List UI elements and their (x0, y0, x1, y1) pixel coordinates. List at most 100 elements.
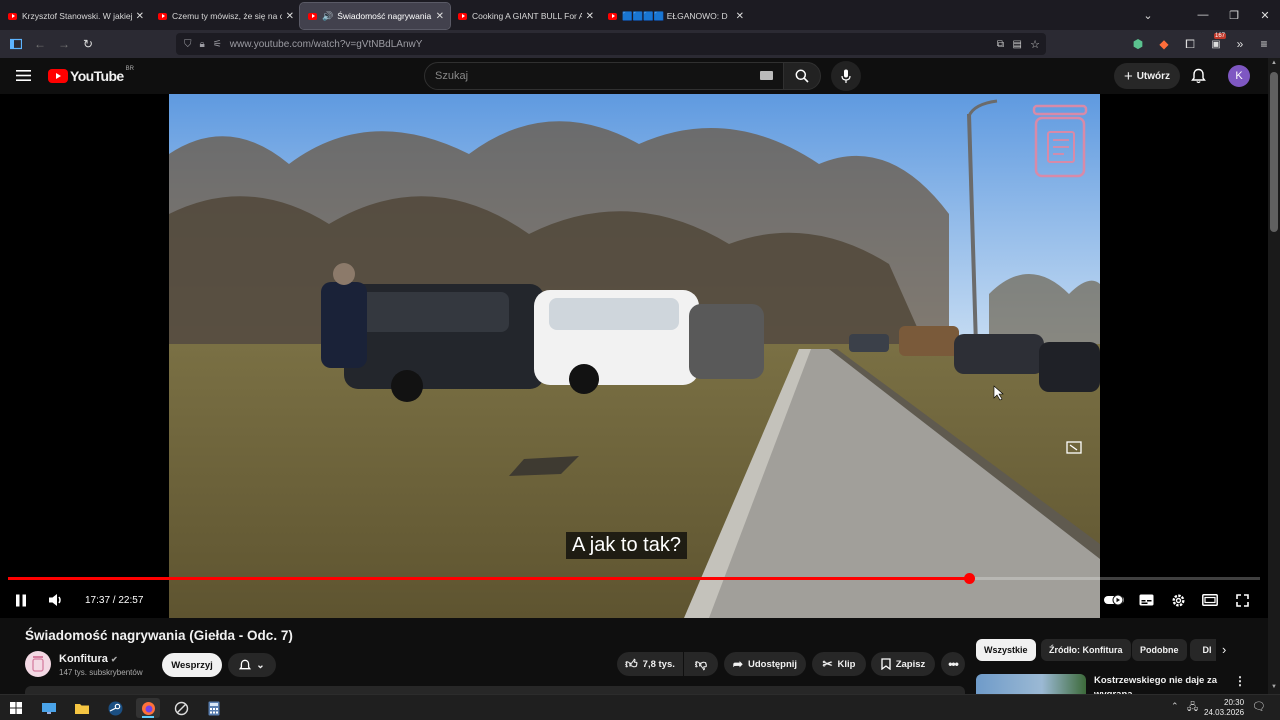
scroll-up-arrow-icon[interactable]: ▲ (1271, 60, 1277, 66)
forward-icon[interactable]: → (52, 32, 76, 56)
browser-tab[interactable]: Cooking A GIANT BULL For A G ✕ (450, 3, 600, 29)
recommendation-menu-icon[interactable]: ⋮ (1234, 674, 1246, 688)
picture-in-picture-icon[interactable]: ⧉ (997, 39, 1004, 50)
reload-icon[interactable]: ↻ (76, 32, 100, 56)
url-text[interactable]: www.youtube.com/watch?v=gVtNBdLAnwY (230, 39, 423, 50)
hamburger-menu-icon[interactable] (16, 69, 31, 87)
overflow-chevrons-icon[interactable]: » (1228, 32, 1252, 56)
tab-title: 🟦🟦🟦🟦 EŁGANOWO: D (622, 10, 728, 21)
channel-avatar[interactable] (25, 651, 51, 677)
progress-bar[interactable] (8, 573, 1260, 584)
calculator-icon[interactable] (202, 698, 226, 718)
tab-title: Czemu ty mówisz, że się na cie (172, 11, 282, 21)
reader-view-icon[interactable]: ▤ (1013, 39, 1022, 50)
fullscreen-button[interactable] (1233, 587, 1251, 613)
like-button[interactable]: 👍︎ 7,8 tys. (617, 652, 683, 676)
settings-button[interactable] (1169, 587, 1187, 613)
chip-label: Wszystkie (984, 645, 1028, 655)
chip-more[interactable]: Dl (1190, 639, 1216, 661)
back-icon[interactable]: ← (28, 32, 52, 56)
video-title: Świadomość nagrywania (Giełda - Odc. 7) (25, 628, 293, 643)
browser-menu-icon[interactable]: ≡ (1252, 32, 1276, 56)
browser-tab[interactable]: 🟦🟦🟦🟦 EŁGANOWO: D ✕ (600, 3, 750, 29)
video-player[interactable]: A jak to tak? 17:37 / 22:57 (0, 94, 1268, 618)
description-box[interactable] (25, 686, 965, 694)
url-bar[interactable]: ⛉ 🔒︎ ⚟ www.youtube.com/watch?v=gVtNBdLAn… (176, 33, 1046, 55)
search-input[interactable]: Szukaj (424, 62, 784, 90)
browser-tab-active[interactable]: 🔊 Świadomość nagrywania (G ✕ (299, 2, 451, 30)
recommendation-thumbnail[interactable] (976, 674, 1086, 694)
autoplay-toggle[interactable] (1103, 587, 1125, 613)
account-avatar[interactable]: K (1228, 65, 1250, 87)
create-label: Utwórz (1136, 70, 1171, 82)
volume-button[interactable] (46, 587, 66, 613)
channel-name[interactable]: Konfitura ✔ (59, 653, 118, 665)
close-tab-icon[interactable]: ✕ (586, 11, 594, 22)
list-all-tabs-icon[interactable]: ⌄ (1133, 0, 1163, 30)
tray-chevron-up-icon[interactable]: ⌃ (1171, 701, 1179, 712)
chip-source[interactable]: Źródło: Konfitura (1041, 639, 1131, 661)
chips-next-icon[interactable]: › (1222, 642, 1226, 657)
shield-icon[interactable]: ⛉ (184, 39, 192, 50)
close-tab-icon[interactable]: ✕ (286, 11, 294, 22)
support-button[interactable]: Wesprzyj (162, 653, 222, 677)
subscriber-count: 147 tys. subskrybentów (59, 668, 143, 677)
steam-icon[interactable] (103, 698, 127, 718)
pause-button[interactable] (12, 587, 30, 613)
speaker-icon[interactable]: 🔊 (322, 11, 333, 22)
close-tab-icon[interactable]: ✕ (436, 11, 444, 22)
youtube-logo[interactable]: YouTube BR (48, 66, 134, 84)
extension-badge-icon[interactable]: ▣ 167 (1204, 32, 1228, 56)
clip-button[interactable]: ✂ Klip (812, 652, 866, 676)
youtube-favicon-icon (458, 12, 467, 20)
page-scrollbar[interactable]: ▲ ▼ (1268, 58, 1280, 694)
chip-similar[interactable]: Podobne (1132, 639, 1187, 661)
share-button[interactable]: ➦ Udostępnij (724, 652, 806, 676)
notification-center-icon[interactable]: 🗨︎ (1252, 700, 1266, 713)
restore-icon[interactable]: ❐ (1219, 0, 1249, 30)
app-icon[interactable] (169, 698, 193, 718)
scrollbar-thumb[interactable] (1270, 72, 1278, 232)
permissions-icon[interactable]: ⚟ (213, 39, 222, 50)
close-tab-icon[interactable]: ✕ (136, 11, 144, 22)
subtitles-button[interactable] (1137, 587, 1155, 613)
extension-shield-icon[interactable]: ⬢ (1126, 32, 1150, 56)
save-button[interactable]: Zapisz (871, 652, 935, 676)
bookmark-icon (881, 658, 891, 670)
browser-tab[interactable]: Czemu ty mówisz, że się na cie ✕ (150, 3, 300, 29)
fullscreen-icon (1235, 593, 1249, 607)
browser-tab[interactable]: Krzysztof Stanowski. W jakiej sp ✕ (0, 3, 150, 29)
chip-all[interactable]: Wszystkie (976, 639, 1036, 661)
theater-mode-button[interactable] (1201, 587, 1219, 613)
firefox-icon[interactable] (136, 698, 160, 718)
taskbar-clock[interactable]: 20:30 24.03.2026 (1204, 698, 1244, 718)
lock-icon[interactable]: 🔒︎ (200, 39, 205, 50)
more-actions-button[interactable]: ••• (941, 652, 965, 676)
file-explorer-icon[interactable] (70, 698, 94, 718)
voice-search-button[interactable] (831, 61, 861, 91)
scroll-down-arrow-icon[interactable]: ▼ (1271, 684, 1277, 690)
bookmark-star-icon[interactable]: ☆ (1030, 38, 1040, 51)
recommendation-title[interactable]: Kostrzewskiego nie daje za wygraną (1094, 674, 1224, 694)
network-icon[interactable]: 🖧︎ (1187, 700, 1198, 717)
dislike-button[interactable]: 👎︎ (684, 652, 718, 676)
search-button[interactable] (783, 62, 821, 90)
extension-fox-icon[interactable]: ◆ (1152, 32, 1176, 56)
search-icon (795, 69, 809, 83)
sidebar-toggle-icon[interactable] (4, 32, 28, 56)
close-window-icon[interactable]: ✕ (1250, 0, 1280, 30)
progress-scrubber-handle[interactable] (963, 573, 975, 584)
browser-nav-bar: ← → ↻ ⛉ 🔒︎ ⚟ www.youtube.com/watch?v=gVt… (0, 30, 1280, 58)
more-dots-icon: ••• (948, 657, 959, 671)
create-button[interactable]: + Utwórz (1114, 63, 1180, 89)
pc-monitor-icon[interactable] (37, 698, 61, 718)
keyboard-icon[interactable] (760, 71, 773, 80)
minimize-icon[interactable]: — (1188, 0, 1218, 30)
close-tab-icon[interactable]: ✕ (736, 11, 744, 22)
pause-icon (16, 594, 26, 606)
channel-name-text[interactable]: Konfitura (59, 653, 108, 665)
extensions-puzzle-icon[interactable]: ⧠ (1178, 32, 1202, 56)
notifications-bell-icon[interactable] (1191, 68, 1206, 89)
windows-start-icon[interactable] (4, 698, 28, 718)
notifications-dropdown-button[interactable]: ⌄ (228, 653, 276, 677)
